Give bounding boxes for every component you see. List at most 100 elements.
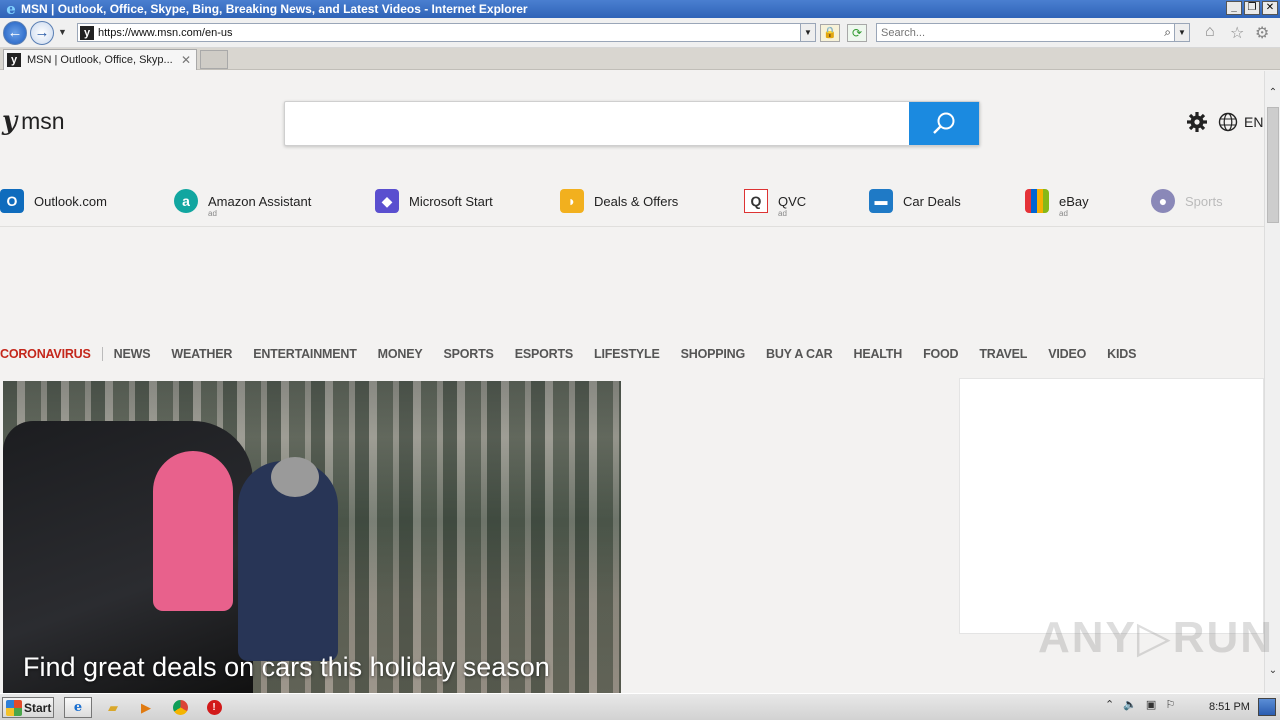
msn-logo[interactable]: y msn bbox=[2, 106, 65, 136]
window-title: MSN | Outlook, Office, Skype, Bing, Brea… bbox=[21, 2, 528, 16]
nav-lifestyle[interactable]: LIFESTYLE bbox=[594, 347, 660, 361]
quicklink-outlook[interactable]: O Outlook.com bbox=[0, 185, 107, 217]
recent-pages-dropdown-icon[interactable]: ▼ bbox=[58, 27, 67, 37]
ad-label: ad bbox=[208, 208, 217, 218]
nav-weather[interactable]: WEATHER bbox=[171, 347, 232, 361]
taskbar-file-explorer[interactable]: ▰ bbox=[99, 697, 127, 718]
close-window-button[interactable]: ✕ bbox=[1262, 1, 1278, 15]
deals-tag-icon: ◗ bbox=[560, 189, 584, 213]
window-controls: _ ❐ ✕ bbox=[1226, 1, 1278, 15]
msn-favicon-icon: y bbox=[80, 25, 94, 40]
search-provider-dropdown[interactable]: ▼ bbox=[1174, 24, 1189, 41]
settings-gear-icon[interactable] bbox=[1186, 111, 1208, 133]
opera-icon: ! bbox=[206, 700, 222, 715]
windows-logo-icon bbox=[6, 699, 22, 716]
close-tab-icon[interactable]: ✕ bbox=[181, 53, 191, 67]
quicklink-qvc[interactable]: Q QVC ad bbox=[744, 185, 807, 218]
magnifier-icon bbox=[933, 112, 955, 134]
hero-caption[interactable]: Find great deals on cars this holiday se… bbox=[23, 652, 550, 683]
browser-navigation-bar: ← → ▼ y https://www.msn.com/en-us ▼ 🔒 ⟳ … bbox=[0, 18, 1280, 48]
web-search-box[interactable] bbox=[284, 101, 980, 146]
ebay-bag-icon bbox=[1025, 189, 1049, 213]
tab-label: MSN | Outlook, Office, Skyp... bbox=[27, 54, 173, 66]
forward-button[interactable]: → bbox=[30, 21, 54, 45]
nav-health[interactable]: HEALTH bbox=[854, 347, 903, 361]
action-center-flag-icon[interactable]: ⚐ bbox=[1165, 698, 1175, 711]
quicklink-label: Outlook.com bbox=[34, 193, 107, 209]
qvc-icon: Q bbox=[744, 189, 768, 213]
refresh-button[interactable]: ⟳ bbox=[847, 24, 867, 42]
browser-search-input[interactable] bbox=[877, 26, 1147, 39]
anyrun-watermark: ANY▷RUN bbox=[1038, 613, 1275, 662]
tab-msn[interactable]: y MSN | Outlook, Office, Skyp... ✕ bbox=[3, 49, 197, 70]
address-url[interactable]: https://www.msn.com/en-us bbox=[98, 27, 233, 39]
network-icon[interactable]: ▣ bbox=[1146, 698, 1156, 711]
msn-butterfly-icon: y bbox=[2, 106, 18, 136]
quicklink-label-text: QVC bbox=[778, 193, 807, 209]
tools-gear-icon[interactable]: ⚙ bbox=[1255, 23, 1269, 43]
favorites-star-icon[interactable]: ☆ bbox=[1230, 23, 1244, 43]
quicklink-microsoft-start[interactable]: ◆ Microsoft Start bbox=[375, 185, 493, 217]
windows-taskbar: Start e ▰ ▶ ! ⌃ 🔈 ▣ ⚐ 8:51 PM bbox=[0, 693, 1280, 720]
quicklink-deals-offers[interactable]: ◗ Deals & Offers bbox=[560, 185, 678, 217]
page-scrollbar[interactable]: ⌃ ⌄ bbox=[1264, 71, 1280, 693]
new-tab-button[interactable] bbox=[200, 50, 228, 69]
address-bar[interactable]: y https://www.msn.com/en-us ▼ bbox=[77, 23, 816, 42]
nav-entertainment[interactable]: ENTERTAINMENT bbox=[253, 347, 357, 361]
quicklink-ebay[interactable]: eBay ad bbox=[1025, 185, 1089, 218]
nav-travel[interactable]: TRAVEL bbox=[979, 347, 1027, 361]
quick-links-bar: O Outlook.com a Amazon Assistant ad ◆ Mic… bbox=[0, 185, 1264, 227]
browser-search-box[interactable]: ⌕ ▼ bbox=[876, 23, 1190, 42]
tray-expand-icon[interactable]: ⌃ bbox=[1105, 698, 1114, 711]
back-button[interactable]: ← bbox=[3, 21, 27, 45]
nav-esports[interactable]: ESPORTS bbox=[515, 347, 574, 361]
quicklink-label-text: eBay bbox=[1059, 193, 1089, 209]
quicklink-label: Car Deals bbox=[903, 193, 961, 209]
microsoft-start-icon: ◆ bbox=[375, 189, 399, 213]
minimize-button[interactable]: _ bbox=[1226, 1, 1242, 15]
web-search-button[interactable] bbox=[909, 102, 979, 145]
advertisement-panel bbox=[959, 378, 1264, 634]
taskbar-internet-explorer[interactable]: e bbox=[64, 697, 92, 718]
hero-story-card[interactable]: Find great deals on cars this holiday se… bbox=[3, 381, 621, 693]
language-selector[interactable]: EN bbox=[1218, 112, 1263, 132]
volume-icon[interactable]: 🔈 bbox=[1123, 698, 1137, 711]
quicklink-label: eBay ad bbox=[1059, 193, 1089, 218]
quicklink-sports[interactable]: ● Sports bbox=[1151, 185, 1223, 217]
nav-coronavirus[interactable]: CORONAVIRUS bbox=[0, 347, 103, 361]
home-icon[interactable]: ⌂ bbox=[1205, 23, 1215, 41]
search-icon[interactable]: ⌕ bbox=[1164, 25, 1171, 40]
security-lock-icon[interactable]: 🔒 bbox=[820, 24, 840, 42]
taskbar-media-player[interactable]: ▶ bbox=[132, 697, 160, 718]
taskbar-opera[interactable]: ! bbox=[200, 697, 228, 718]
quicklink-amazon-assistant[interactable]: a Amazon Assistant ad bbox=[174, 185, 311, 218]
language-code: EN bbox=[1244, 114, 1264, 130]
taskbar-clock[interactable]: 8:51 PM bbox=[1209, 701, 1250, 713]
car-icon: ▬ bbox=[869, 189, 893, 213]
quicklink-car-deals[interactable]: ▬ Car Deals bbox=[869, 185, 961, 217]
scroll-down-icon[interactable]: ⌄ bbox=[1265, 663, 1280, 679]
quicklink-label: QVC ad bbox=[778, 193, 807, 218]
msn-logo-text: msn bbox=[21, 107, 65, 134]
nav-news[interactable]: NEWS bbox=[114, 347, 151, 361]
scrollbar-thumb[interactable] bbox=[1267, 107, 1279, 223]
nav-buy-a-car[interactable]: BUY A CAR bbox=[766, 347, 833, 361]
nav-video[interactable]: VIDEO bbox=[1048, 347, 1086, 361]
nav-food[interactable]: FOOD bbox=[923, 347, 959, 361]
nav-money[interactable]: MONEY bbox=[378, 347, 423, 361]
chrome-icon bbox=[172, 700, 188, 715]
show-desktop-button[interactable] bbox=[1258, 698, 1276, 716]
tab-bar: y MSN | Outlook, Office, Skyp... ✕ bbox=[0, 48, 1280, 70]
sports-ball-icon: ● bbox=[1151, 189, 1175, 213]
globe-icon bbox=[1218, 112, 1238, 132]
nav-shopping[interactable]: SHOPPING bbox=[681, 347, 746, 361]
scroll-up-icon[interactable]: ⌃ bbox=[1265, 85, 1280, 101]
restore-button[interactable]: ❐ bbox=[1244, 1, 1260, 15]
start-button[interactable]: Start bbox=[2, 697, 54, 718]
header-controls: EN bbox=[1186, 111, 1263, 133]
nav-sports[interactable]: SPORTS bbox=[443, 347, 493, 361]
taskbar-chrome[interactable] bbox=[166, 697, 194, 718]
address-dropdown-button[interactable]: ▼ bbox=[800, 24, 815, 41]
web-search-input[interactable] bbox=[285, 102, 909, 145]
nav-kids[interactable]: KIDS bbox=[1107, 347, 1136, 361]
